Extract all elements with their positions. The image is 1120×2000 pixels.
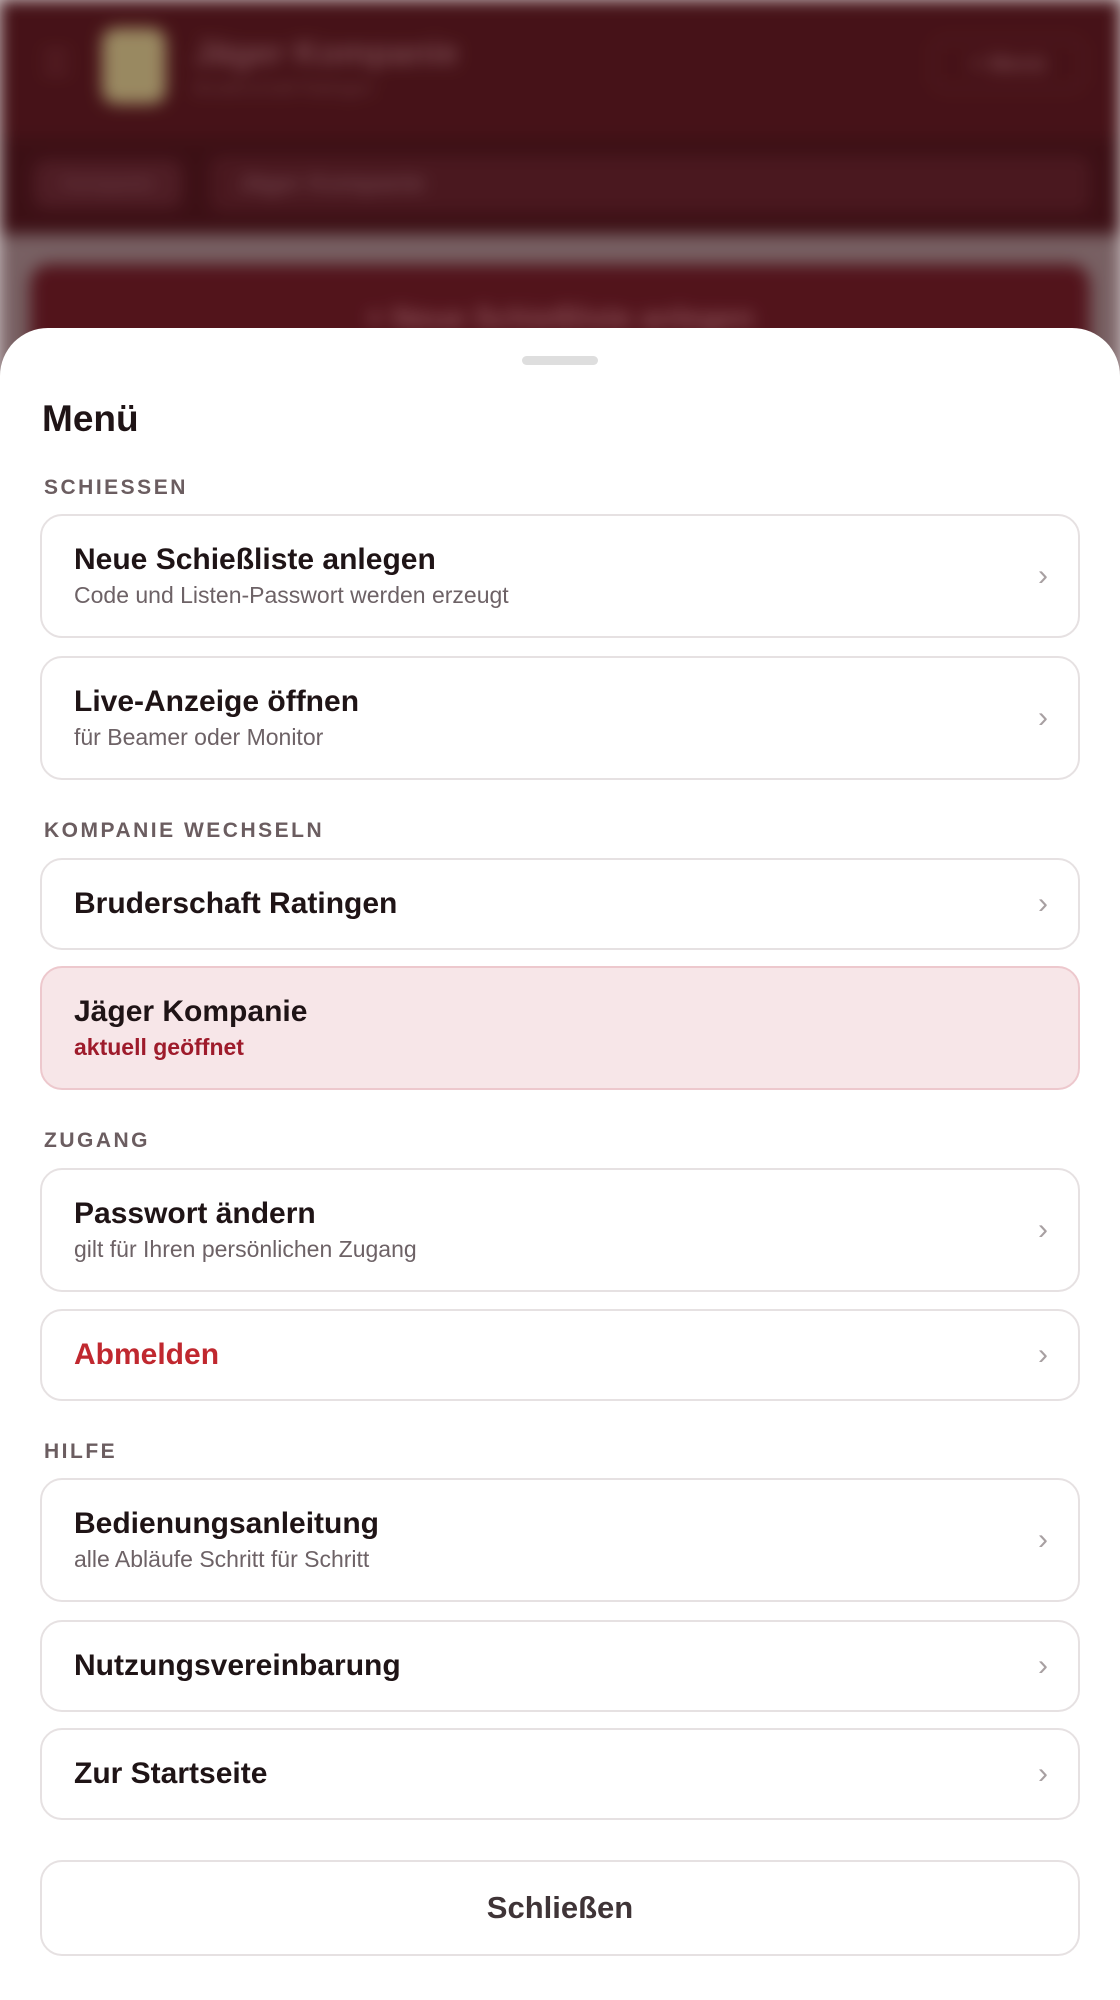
item-title: Bruderschaft Ratingen bbox=[74, 887, 398, 920]
item-title: Abmelden bbox=[74, 1338, 220, 1371]
sheet-grabber[interactable] bbox=[522, 356, 598, 365]
chevron-right-icon: › bbox=[1038, 559, 1048, 592]
close-button[interactable]: Schließen bbox=[40, 1860, 1080, 1956]
section-label-schiessen: SCHIESSEN bbox=[44, 476, 188, 499]
item-title: Passwort ändern bbox=[74, 1197, 316, 1231]
item-title: Bedienungsanleitung bbox=[74, 1507, 380, 1541]
chevron-right-icon: › bbox=[1038, 1649, 1048, 1682]
item-title: Live-Anzeige öffnen bbox=[74, 685, 360, 719]
menu-item-logout[interactable]: Abmelden › bbox=[40, 1309, 1080, 1401]
item-subtitle: gilt für Ihren persönlichen Zugang bbox=[74, 1236, 417, 1263]
menu-item-new-list[interactable]: Neue Schießliste anlegen Code und Listen… bbox=[40, 514, 1080, 638]
item-title: Zur Startseite bbox=[74, 1757, 268, 1790]
app-root: Jäger Kompanie Bruderschaft Ratingen ≡ M… bbox=[0, 0, 1120, 2000]
item-subtitle: alle Abläufe Schritt für Schritt bbox=[74, 1546, 370, 1573]
chevron-right-icon: › bbox=[1038, 1338, 1048, 1371]
item-title: Jäger Kompanie bbox=[74, 995, 308, 1029]
chevron-right-icon: › bbox=[1038, 1523, 1048, 1556]
menu-item-bruderschaft[interactable]: Bruderschaft Ratingen › bbox=[40, 858, 1080, 950]
menu-item-live-display[interactable]: Live-Anzeige öffnen für Beamer oder Moni… bbox=[40, 656, 1080, 780]
menu-item-manual[interactable]: Bedienungsanleitung alle Abläufe Schritt… bbox=[40, 1478, 1080, 1602]
current-badge: aktuell geöffnet bbox=[74, 1034, 244, 1061]
item-title: Neue Schießliste anlegen bbox=[74, 543, 436, 577]
item-title: Nutzungsvereinbarung bbox=[74, 1649, 401, 1682]
menu-item-current-company[interactable]: Jäger Kompanie aktuell geöffnet bbox=[40, 966, 1080, 1090]
menu-item-home[interactable]: Zur Startseite › bbox=[40, 1728, 1080, 1820]
section-label-zugang: ZUGANG bbox=[44, 1129, 150, 1152]
section-label-hilfe: HILFE bbox=[44, 1440, 118, 1463]
chevron-right-icon: › bbox=[1038, 1757, 1048, 1790]
chevron-right-icon: › bbox=[1038, 701, 1048, 734]
menu-item-terms[interactable]: Nutzungsvereinbarung › bbox=[40, 1620, 1080, 1712]
sheet-title: Menü bbox=[42, 398, 139, 439]
item-subtitle: für Beamer oder Monitor bbox=[74, 724, 324, 751]
section-label-kompanie: KOMPANIE WECHSELN bbox=[44, 819, 325, 842]
chevron-right-icon: › bbox=[1038, 887, 1048, 920]
item-subtitle: Code und Listen-Passwort werden erzeugt bbox=[74, 582, 509, 609]
menu-sheet: Menü SCHIESSEN Neue Schießliste anlegen … bbox=[0, 328, 1120, 2000]
menu-item-change-password[interactable]: Passwort ändern gilt für Ihren persönlic… bbox=[40, 1168, 1080, 1292]
chevron-right-icon: › bbox=[1038, 1213, 1048, 1246]
